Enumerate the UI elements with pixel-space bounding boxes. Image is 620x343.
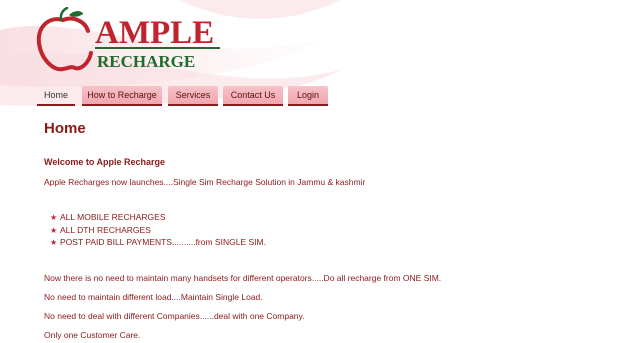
logo-underline [95, 47, 220, 49]
list-item-text: ALL DTH RECHARGES [60, 224, 151, 235]
apple-icon [36, 7, 93, 72]
list-item: ★ ALL MOBILE RECHARGES [50, 211, 266, 224]
paragraph-customer-care: Only one Customer Care. [44, 330, 141, 340]
list-item-text: ALL MOBILE RECHARGES [60, 212, 166, 222]
paragraph-one-company: No need to deal with different Companies… [44, 311, 305, 321]
nav-tab-services[interactable]: Services [168, 86, 218, 106]
list-item: ★ POST PAID BILL PAYMENTS..........from S… [50, 236, 266, 249]
logo-word-recharge: RECHARGE [97, 52, 195, 71]
paragraph-single-load: No need to maintain different load....Ma… [44, 292, 263, 302]
welcome-heading: Welcome to Apple Recharge [44, 157, 166, 167]
paragraph-one-sim: Now there is no need to maintain many ha… [44, 273, 442, 283]
list-item-text: POST PAID BILL PAYMENTS..........from SI… [60, 237, 266, 247]
nav-tab-login[interactable]: Login [288, 86, 328, 106]
page-title: Home [44, 120, 86, 137]
nav-tab-how-to-recharge[interactable]: How to Recharge [82, 86, 162, 106]
logo[interactable]: AMPLE RECHARGE [33, 7, 223, 77]
page: AMPLE RECHARGE Home How to Recharge Serv… [0, 0, 620, 343]
star-bullet-icon: ★ [50, 213, 58, 222]
nav-tab-contact-us[interactable]: Contact Us [223, 86, 283, 106]
intro-text: Apple Recharges now launches....Single S… [44, 177, 366, 187]
services-list: ★ ALL MOBILE RECHARGES ★ ALL DTH RECHARGES… [50, 211, 266, 249]
logo-word-ample: AMPLE [95, 15, 214, 51]
nav-tab-home[interactable]: Home [37, 86, 75, 106]
list-item: ★ ALL DTH RECHARGES [50, 224, 266, 237]
star-bullet-icon: ★ [50, 238, 58, 247]
